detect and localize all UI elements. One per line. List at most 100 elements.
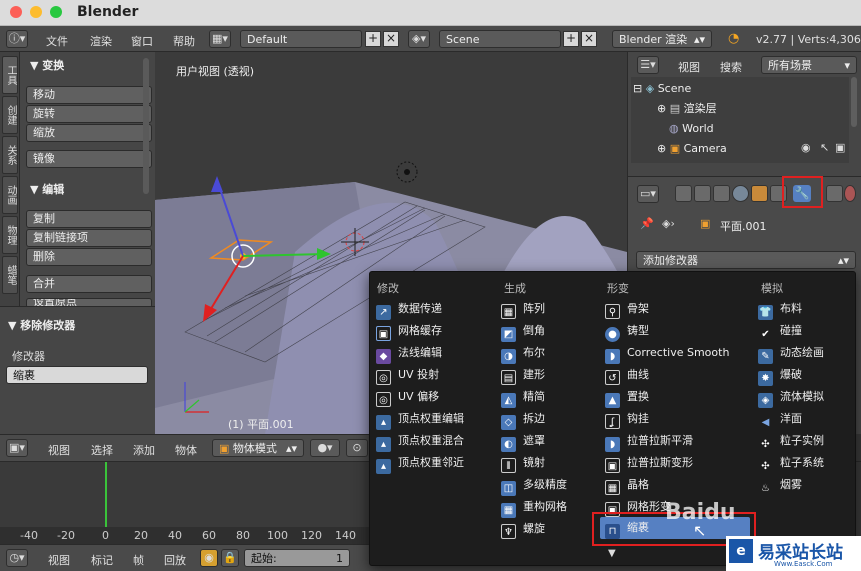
tab-animation[interactable]: 动画: [2, 176, 18, 214]
menu-item-cloth[interactable]: 👕 布料: [758, 298, 854, 320]
minimize-window-button[interactable]: [30, 6, 42, 18]
menu-tl-view[interactable]: 视图: [48, 552, 70, 568]
menu-item-dynamic-paint[interactable]: ✎ 动态绘画: [758, 342, 854, 364]
menu-item-hook[interactable]: ʆ 钩挂: [605, 408, 755, 430]
menu-window[interactable]: 窗口: [131, 33, 153, 49]
viewport-editor-icon[interactable]: ▣▾: [6, 439, 28, 457]
menu-item-remesh[interactable]: ▦ 重构网格: [501, 496, 601, 518]
menu-item-particle-instance[interactable]: ✣ 粒子实例: [758, 430, 854, 452]
transform-header[interactable]: ▼ 变换: [30, 57, 64, 73]
data-tab-icon[interactable]: [826, 185, 843, 202]
menu-file[interactable]: 文件: [46, 33, 68, 49]
menu-item-vertex-weight-mix[interactable]: ▴ 顶点权重混合: [376, 430, 494, 452]
move-button[interactable]: 移动: [26, 86, 152, 104]
scroll-down-arrow-icon[interactable]: ▼: [608, 548, 616, 559]
properties-editor-icon[interactable]: ▭▾: [637, 185, 659, 203]
menu-item-bevel[interactable]: ◩ 倒角: [501, 320, 601, 342]
menu-item-cast[interactable]: ● 铸型: [605, 320, 755, 342]
tree-row-scene[interactable]: ⊟ ◈ Scene: [633, 79, 691, 99]
add-scene-button[interactable]: +: [563, 31, 579, 47]
delete-button[interactable]: 删除: [26, 248, 152, 266]
menu-item-fluid[interactable]: ◈ 流体模拟: [758, 386, 854, 408]
shading-dropdown[interactable]: ●▾: [310, 439, 340, 457]
menu-item-particle-system[interactable]: ✣ 粒子系统: [758, 452, 854, 474]
menu-item-multires[interactable]: ◫ 多级精度: [501, 474, 601, 496]
scene-field[interactable]: Scene: [439, 30, 561, 48]
remove-layout-button[interactable]: ×: [383, 31, 399, 47]
remove-modifier-header[interactable]: ▼ 移除修改器: [8, 317, 75, 333]
start-frame-field[interactable]: 起始: 1: [244, 549, 350, 567]
menu-item-decimate[interactable]: ◭ 精简: [501, 386, 601, 408]
mode-dropdown[interactable]: ▣ 物体模式 ▴▾: [212, 439, 304, 457]
menu-item-laplacian-deform[interactable]: ▣ 拉普拉斯变形: [605, 452, 755, 474]
render-tab-icon[interactable]: [675, 185, 692, 202]
menu-item-smoke[interactable]: ♨ 烟雾: [758, 474, 854, 496]
tab-tools[interactable]: 工具: [2, 56, 18, 94]
close-window-button[interactable]: [10, 6, 22, 18]
object-tab-icon[interactable]: [751, 185, 768, 202]
menu-item-collision[interactable]: ✔ 碰撞: [758, 320, 854, 342]
duplicate-button[interactable]: 复制: [26, 210, 152, 228]
tree-row-render-layers[interactable]: ⊕ ▤ 渲染层: [657, 99, 717, 119]
menu-playback[interactable]: 回放: [164, 552, 186, 568]
rotate-button[interactable]: 旋转: [26, 105, 152, 123]
layout-field[interactable]: Default: [240, 30, 362, 48]
pivot-dropdown[interactable]: ⊙: [346, 439, 368, 457]
tab-physics[interactable]: 物理: [2, 216, 18, 254]
menu-item-build[interactable]: ▤ 建形: [501, 364, 601, 386]
menu-item-mask[interactable]: ◐ 遮罩: [501, 430, 601, 452]
remove-scene-button[interactable]: ×: [581, 31, 597, 47]
menu-select[interactable]: 选择: [91, 442, 113, 458]
lock-icon[interactable]: 🔒: [221, 549, 239, 567]
wrench-icon[interactable]: 🔧: [793, 185, 811, 202]
menu-item-array[interactable]: ▦ 阵列: [501, 298, 601, 320]
zoom-window-button[interactable]: [50, 6, 62, 18]
selectability-cursor-icon[interactable]: ↖: [820, 141, 829, 154]
outliner-view-menu[interactable]: 视图: [678, 59, 700, 75]
renderability-camera-icon[interactable]: ▣: [835, 141, 845, 154]
scene-icon[interactable]: ◈▾: [408, 30, 430, 48]
menu-item-mesh-cache[interactable]: ▣ 网格缓存: [376, 320, 494, 342]
world-tab-icon[interactable]: [732, 185, 749, 202]
menu-item-vertex-weight-proximity[interactable]: ▴ 顶点权重邻近: [376, 452, 494, 474]
material-tab-icon[interactable]: [844, 185, 856, 202]
render-layers-tab-icon[interactable]: [694, 185, 711, 202]
add-layout-button[interactable]: +: [365, 31, 381, 47]
menu-item-lattice[interactable]: ▦ 晶格: [605, 474, 755, 496]
keying-record-icon[interactable]: ◉: [200, 549, 218, 567]
menu-object[interactable]: 物体: [175, 442, 197, 458]
tree-row-camera[interactable]: ⊕ ▣ Camera: [657, 139, 727, 159]
edit-header[interactable]: ▼ 编辑: [30, 181, 64, 197]
menu-item-explode[interactable]: ✸ 爆破: [758, 364, 854, 386]
menu-add[interactable]: 添加: [133, 442, 155, 458]
info-icon[interactable]: ⓘ▾: [6, 30, 28, 48]
menu-item-displace[interactable]: ▲ 置换: [605, 386, 755, 408]
timeline-editor-icon[interactable]: ◷▾: [6, 549, 28, 567]
outliner-scrollbar[interactable]: [851, 77, 857, 127]
mirror-button[interactable]: 镜像: [26, 150, 152, 168]
menu-item-screw[interactable]: ♆ 螺旋: [501, 518, 601, 540]
screen-layout-icon[interactable]: ▦▾: [209, 30, 231, 48]
menu-item-data-transfer[interactable]: ↗ 数据传递: [376, 298, 494, 320]
menu-item-curve[interactable]: ↺ 曲线: [605, 364, 755, 386]
menu-render[interactable]: 渲染: [90, 33, 112, 49]
outliner-filter-dropdown[interactable]: 所有场景 ▾: [761, 56, 857, 74]
scene-tab-icon[interactable]: [713, 185, 730, 202]
menu-item-uv-warp[interactable]: ◎ UV 偏移: [376, 386, 494, 408]
menu-item-vertex-weight-edit[interactable]: ▴ 顶点权重编辑: [376, 408, 494, 430]
tab-create[interactable]: 创建: [2, 96, 18, 134]
menu-item-uv-project[interactable]: ◎ UV 投射: [376, 364, 494, 386]
duplicate-linked-button[interactable]: 复制链接项: [26, 229, 152, 247]
join-button[interactable]: 合并: [26, 275, 152, 293]
tab-grease-pencil[interactable]: 蜡笔: [2, 256, 18, 294]
tool-shelf-scrollbar[interactable]: [143, 58, 149, 194]
menu-item-edge-split[interactable]: ◇ 拆边: [501, 408, 601, 430]
visibility-eye-icon[interactable]: ◉: [801, 141, 811, 154]
render-engine-dropdown[interactable]: Blender 渲染 ▴▾: [612, 30, 712, 48]
menu-frame[interactable]: 帧: [133, 552, 144, 568]
pin-icon[interactable]: 📌: [640, 217, 654, 230]
modifier-name-field[interactable]: 缩裹: [6, 366, 148, 384]
menu-item-laplacian-smooth[interactable]: ◗ 拉普拉斯平滑: [605, 430, 755, 452]
menu-item-corrective-smooth[interactable]: ◗ Corrective Smooth: [605, 342, 755, 364]
tab-relations[interactable]: 关系: [2, 136, 18, 174]
